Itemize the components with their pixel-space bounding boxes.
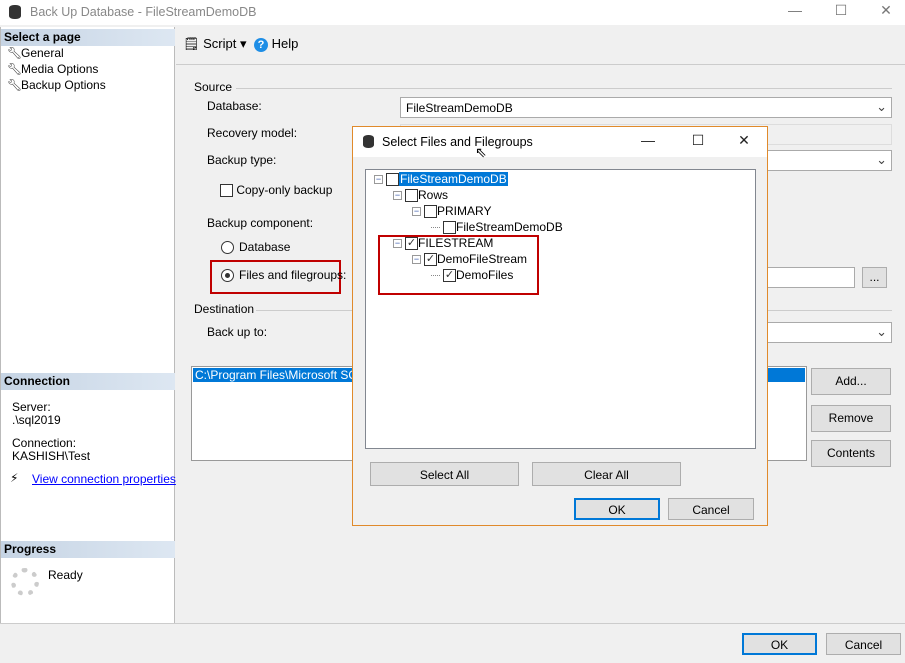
sidebar-item-general[interactable]: 🔧︎General	[7, 46, 64, 62]
wrench-icon: 🔧︎	[7, 78, 23, 92]
files-filegroups-radio[interactable]	[221, 269, 234, 282]
progress-status: Ready	[48, 568, 83, 582]
tree-node-label: FileStreamDemoDB	[399, 172, 508, 186]
title-bar: Back Up Database - FileStreamDemoDB — ☐ …	[0, 0, 905, 25]
chevron-down-icon: ⌄	[876, 324, 887, 339]
tree-checkbox[interactable]	[405, 189, 418, 203]
plug-icon: ⚡︎	[10, 471, 19, 485]
dialog-minimize-button[interactable]: —	[633, 132, 663, 152]
database-icon	[9, 5, 21, 19]
wrench-icon: 🔧︎	[7, 46, 23, 60]
backup-component-label: Backup component:	[207, 216, 314, 230]
select-files-dialog: Select Files and Filegroups ⇖ — ☐ ✕ − Fil…	[352, 126, 768, 526]
tree-node-label: FileStreamDemoDB	[456, 220, 563, 234]
select-all-button[interactable]: Select All	[370, 462, 519, 486]
clear-all-button[interactable]: Clear All	[532, 462, 681, 486]
database-radio-label: Database	[239, 240, 291, 254]
chevron-down-icon: ⌄	[876, 152, 887, 167]
add-button[interactable]: Add...	[811, 368, 891, 395]
database-icon	[363, 135, 374, 148]
toolbar: 🗒︎ Script ▾ ? Help	[176, 27, 905, 65]
sidebar: Select a page 🔧︎General 🔧︎Media Options …	[0, 27, 176, 623]
progress-header: Progress	[1, 541, 175, 558]
database-combobox[interactable]: FileStreamDemoDB ⌄	[400, 97, 892, 118]
dialog-maximize-button[interactable]: ☐	[683, 132, 713, 152]
destination-label: Destination	[194, 302, 255, 316]
spinner-icon	[11, 568, 39, 596]
recovery-model-label: Recovery model:	[207, 126, 298, 140]
browse-button[interactable]: ...	[862, 267, 887, 288]
tree-node[interactable]: − PRIMARY	[412, 204, 491, 220]
script-icon: 🗒︎	[183, 36, 200, 51]
minimize-button[interactable]: —	[780, 2, 810, 22]
tree-node[interactable]: FileStreamDemoDB	[431, 220, 563, 236]
source-label: Source	[194, 80, 233, 94]
copy-only-checkbox[interactable]: Copy-only backup	[220, 183, 332, 198]
ok-button[interactable]: OK	[742, 633, 817, 655]
tree-checkbox[interactable]	[443, 221, 456, 235]
connection-header: Connection	[1, 373, 175, 390]
tree-node-label: PRIMARY	[437, 204, 492, 218]
view-connection-properties-link[interactable]: View connection properties	[32, 472, 176, 486]
dropdown-arrow-icon[interactable]: ▾	[240, 36, 247, 51]
backup-type-label: Backup type:	[207, 153, 277, 167]
tree-checkbox[interactable]	[386, 173, 399, 187]
server-label: Server:	[12, 400, 51, 414]
tree-node[interactable]: − Rows	[393, 188, 448, 204]
window-title: Back Up Database - FileStreamDemoDB	[30, 5, 257, 19]
tree-checkbox[interactable]	[424, 205, 437, 219]
server-value: .\sql2019	[12, 413, 61, 427]
mouse-cursor-icon: ⇖	[475, 144, 487, 160]
dialog-title: Select Files and Filegroups	[382, 135, 533, 149]
remove-button[interactable]: Remove	[811, 405, 891, 432]
highlight-box	[378, 235, 539, 295]
chevron-down-icon: ⌄	[876, 99, 887, 114]
collapse-icon[interactable]: −	[374, 175, 383, 185]
tree-node-label: Rows	[418, 188, 449, 202]
dialog-cancel-button[interactable]: Cancel	[668, 498, 754, 520]
close-button[interactable]: ✕	[871, 2, 901, 22]
collapse-icon[interactable]: −	[393, 191, 402, 201]
cancel-button[interactable]: Cancel	[826, 633, 901, 655]
backup-to-label: Back up to:	[207, 325, 268, 339]
connection-label: Connection:	[12, 436, 77, 450]
help-icon: ?	[254, 38, 268, 52]
connection-value: KASHISH\Test	[12, 449, 91, 463]
database-label: Database:	[207, 99, 262, 113]
sidebar-item-media-options[interactable]: 🔧︎Media Options	[7, 62, 98, 78]
files-filegroups-label: Files and filegroups:	[239, 268, 347, 282]
help-button[interactable]: ? Help	[254, 36, 298, 52]
contents-button[interactable]: Contents	[811, 440, 891, 467]
maximize-button[interactable]: ☐	[826, 2, 856, 22]
dialog-title-bar: Select Files and Filegroups ⇖ — ☐ ✕	[353, 127, 767, 160]
dialog-ok-button[interactable]: OK	[574, 498, 660, 520]
script-button[interactable]: 🗒︎ Script ▾	[183, 36, 247, 52]
filegroup-tree[interactable]: − FileStreamDemoDB − Rows − PRIMARY FileStream…	[365, 169, 756, 449]
wrench-icon: 🔧︎	[7, 62, 23, 76]
tree-connector	[431, 227, 440, 229]
sidebar-item-backup-options[interactable]: 🔧︎Backup Options	[7, 78, 106, 94]
database-radio[interactable]	[221, 241, 234, 254]
source-divider	[236, 88, 892, 89]
collapse-icon[interactable]: −	[412, 207, 421, 217]
dialog-close-button[interactable]: ✕	[729, 132, 759, 152]
select-page-header: Select a page	[1, 29, 175, 46]
tree-node[interactable]: − FileStreamDemoDB	[374, 172, 508, 188]
